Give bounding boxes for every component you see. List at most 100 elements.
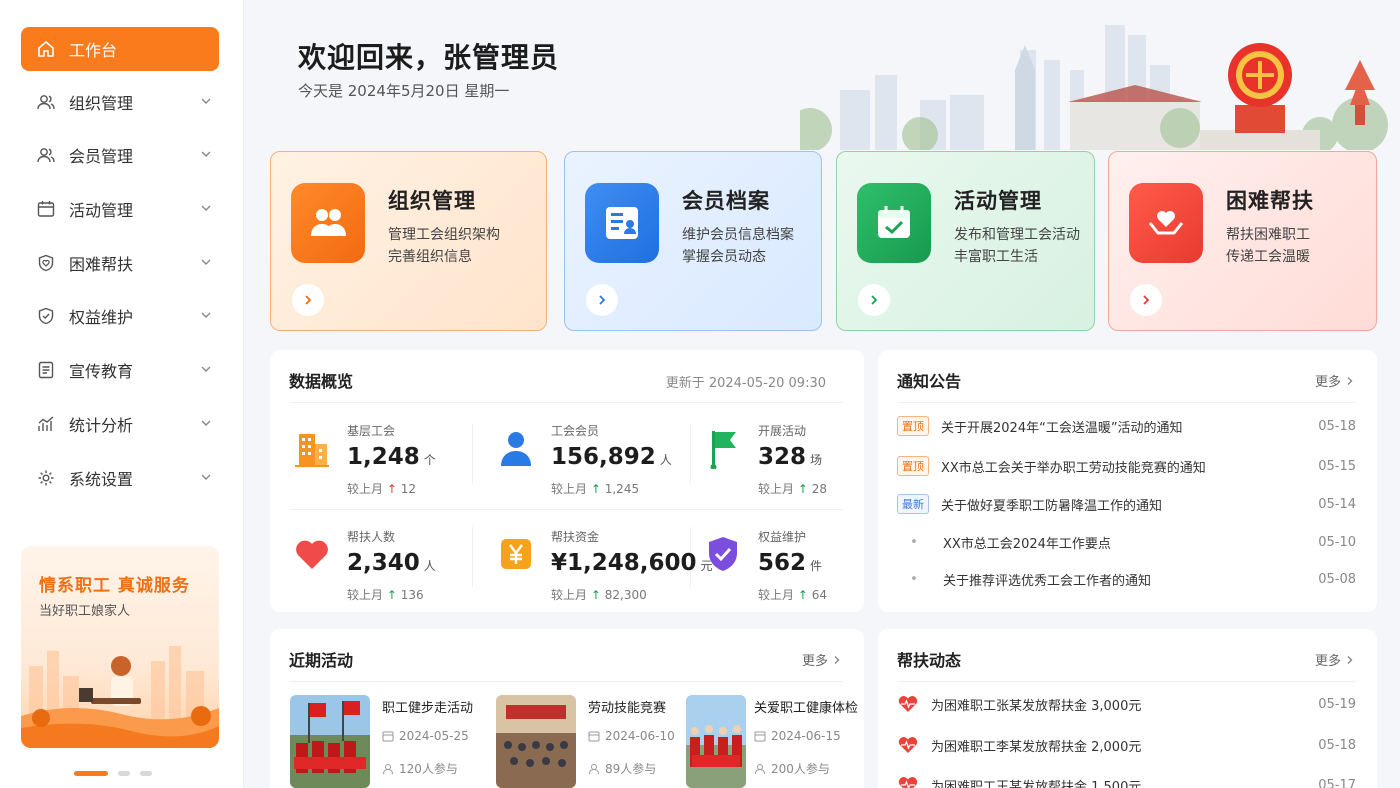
quick-card-org[interactable]: 组织管理 管理工会组织架构 完善组织信息	[270, 151, 547, 331]
stat-value: ¥1,248,600 元	[551, 550, 713, 576]
more-link[interactable]: 更多	[1315, 371, 1355, 390]
notice-item[interactable]: • XX市总工会2024年工作要点 05-10	[897, 531, 1356, 553]
sidebar-item-label: 工作台	[69, 41, 118, 60]
assistance-news-panel: 帮扶动态 更多 为困难职工张某发放帮扶金 3,000元 05-19 为困难职工李某…	[878, 629, 1377, 788]
calendar-icon	[754, 731, 766, 742]
activity-photo	[686, 695, 746, 788]
stat-rights-protection: 权益维护 562 件 较上月 ↑ 64	[703, 528, 893, 618]
stat-assistance-funds: 帮扶资金 ¥1,248,600 元 较上月 ↑ 82,300	[496, 528, 713, 618]
stat-label: 帮扶人数	[347, 530, 396, 544]
stat-trend: 较上月 ↑ 28	[758, 482, 828, 496]
user-icon	[755, 763, 765, 774]
sidebar-item-label: 困难帮扶	[69, 255, 134, 274]
activity-title: 劳动技能竞赛	[588, 701, 667, 716]
quick-card-desc: 掌握会员动态	[682, 249, 766, 265]
divider	[897, 681, 1356, 682]
sidebar-item-assistance[interactable]: 困难帮扶	[21, 241, 219, 285]
yen-icon	[496, 532, 536, 576]
stat-grassroots-unions: 基层工会 1,248 个 较上月 ↑ 12	[292, 422, 482, 512]
bullet-icon: •	[910, 571, 918, 587]
promo-subtitle: 当好职工娘家人	[39, 604, 131, 619]
update-time: 更新于 2024-05-20 09:30	[665, 376, 826, 391]
carousel-indicator	[74, 771, 152, 776]
carousel-dot[interactable]	[140, 771, 152, 776]
sidebar-item-publicity[interactable]: 宣传教育	[21, 348, 219, 392]
carousel-dot[interactable]	[118, 771, 130, 776]
chevron-down-icon	[201, 205, 211, 211]
activity-date: 2024-06-15	[754, 729, 841, 743]
arrow-right-icon[interactable]	[292, 284, 324, 316]
stat-label: 帮扶资金	[551, 530, 600, 544]
quick-card-desc: 发布和管理工会活动	[954, 227, 1080, 243]
arrow-right-icon[interactable]	[858, 284, 890, 316]
chevron-down-icon	[201, 98, 211, 104]
more-link[interactable]: 更多	[1315, 650, 1355, 669]
sidebar: 工作台 组织管理 会员管理 活动管理 困难帮扶 权益维护 宣传教育 统计分析 系…	[0, 0, 244, 788]
notice-item[interactable]: 置顶 XX市总工会关于举办职工劳动技能竞赛的通知 05-15	[897, 455, 1356, 477]
data-overview-panel: 数据概览 更新于 2024-05-20 09:30 基层工会 1,248 个 较上…	[270, 350, 864, 612]
user-icon	[589, 763, 599, 774]
users-icon	[35, 91, 57, 113]
current-date: 今天是 2024年5月20日 星期一	[298, 82, 510, 100]
panel-title: 近期活动	[289, 651, 354, 670]
assistance-news-item[interactable]: 为困难职工王某发放帮扶金 1,500元 05-17	[897, 774, 1356, 788]
member-icon	[35, 144, 57, 166]
sidebar-item-rights[interactable]: 权益维护	[21, 294, 219, 338]
promo-banner[interactable]: 情系职工 真诚服务 当好职工娘家人	[21, 546, 219, 748]
chart-icon	[35, 413, 57, 435]
quick-card-members[interactable]: 会员档案 维护会员信息档案 掌握会员动态	[564, 151, 822, 331]
sidebar-item-members[interactable]: 会员管理	[21, 133, 219, 177]
activity-date: 2024-05-25	[382, 729, 469, 743]
sidebar-item-label: 宣传教育	[69, 362, 134, 381]
arrow-right-icon[interactable]	[586, 284, 618, 316]
divider	[690, 424, 691, 484]
panel-title: 帮扶动态	[897, 651, 962, 670]
quick-card-activities[interactable]: 活动管理 发布和管理工会活动 丰富职工生活	[836, 151, 1095, 331]
sidebar-item-activities[interactable]: 活动管理	[21, 187, 219, 231]
gear-icon	[35, 467, 57, 489]
city-skyline-illustration	[800, 25, 1388, 150]
notice-item[interactable]: • 关于推荐评选优秀工会工作者的通知 05-08	[897, 568, 1356, 590]
notice-item[interactable]: 最新 关于做好夏季职工防暑降温工作的通知 05-14	[897, 493, 1356, 515]
activity-participants: 200人参与	[754, 760, 830, 777]
sidebar-item-org[interactable]: 组织管理	[21, 80, 219, 124]
building-icon	[292, 426, 332, 470]
stat-label: 权益维护	[758, 530, 807, 544]
more-link[interactable]: 更多	[802, 650, 842, 669]
quick-card-assistance[interactable]: 困难帮扶 帮扶困难职工 传递工会温暖	[1108, 151, 1377, 331]
page-title: 欢迎回来，张管理员	[298, 41, 560, 74]
quick-card-desc: 维护会员信息档案	[682, 227, 794, 243]
heart-shield-icon	[35, 252, 57, 274]
group-icon	[291, 183, 365, 263]
heart-hands-icon	[1129, 183, 1203, 263]
arrow-right-icon[interactable]	[1130, 284, 1162, 316]
heart-icon	[292, 532, 332, 576]
stat-value: 562 件	[758, 550, 823, 576]
chevron-down-icon	[201, 366, 211, 372]
bullet-icon: •	[910, 534, 918, 550]
quick-card-desc: 完善组织信息	[388, 249, 472, 265]
stat-trend: 较上月 ↑ 82,300	[551, 588, 647, 602]
stat-value: 156,892 人	[551, 444, 672, 470]
sidebar-item-label: 会员管理	[69, 147, 134, 166]
carousel-dot[interactable]	[74, 771, 108, 776]
notice-item[interactable]: 置顶 关于开展2024年“工会送温暖”活动的通知 05-18	[897, 415, 1356, 437]
chevron-down-icon	[201, 420, 211, 426]
stat-label: 工会会员	[551, 424, 600, 438]
stat-value: 1,248 个	[347, 444, 436, 470]
person-icon	[496, 426, 536, 470]
notices-panel: 通知公告 更多 置顶 关于开展2024年“工会送温暖”活动的通知 05-18 置顶 X…	[878, 350, 1377, 612]
panel-title: 数据概览	[289, 372, 354, 391]
sidebar-item-statistics[interactable]: 统计分析	[21, 402, 219, 446]
sidebar-item-settings[interactable]: 系统设置	[21, 456, 219, 500]
sidebar-item-workbench[interactable]: 工作台	[21, 27, 219, 71]
document-icon	[35, 359, 57, 381]
stat-label: 基层工会	[347, 424, 396, 438]
pinned-badge: 置顶	[897, 416, 929, 436]
chevron-down-icon	[201, 474, 211, 480]
quick-card-desc: 传递工会温暖	[1226, 249, 1310, 265]
assistance-news-item[interactable]: 为困难职工李某发放帮扶金 2,000元 05-18	[897, 734, 1356, 756]
user-icon	[383, 763, 393, 774]
assistance-news-item[interactable]: 为困难职工张某发放帮扶金 3,000元 05-19	[897, 693, 1356, 715]
stat-activities: 开展活动 328 场 较上月 ↑ 28	[703, 422, 893, 512]
